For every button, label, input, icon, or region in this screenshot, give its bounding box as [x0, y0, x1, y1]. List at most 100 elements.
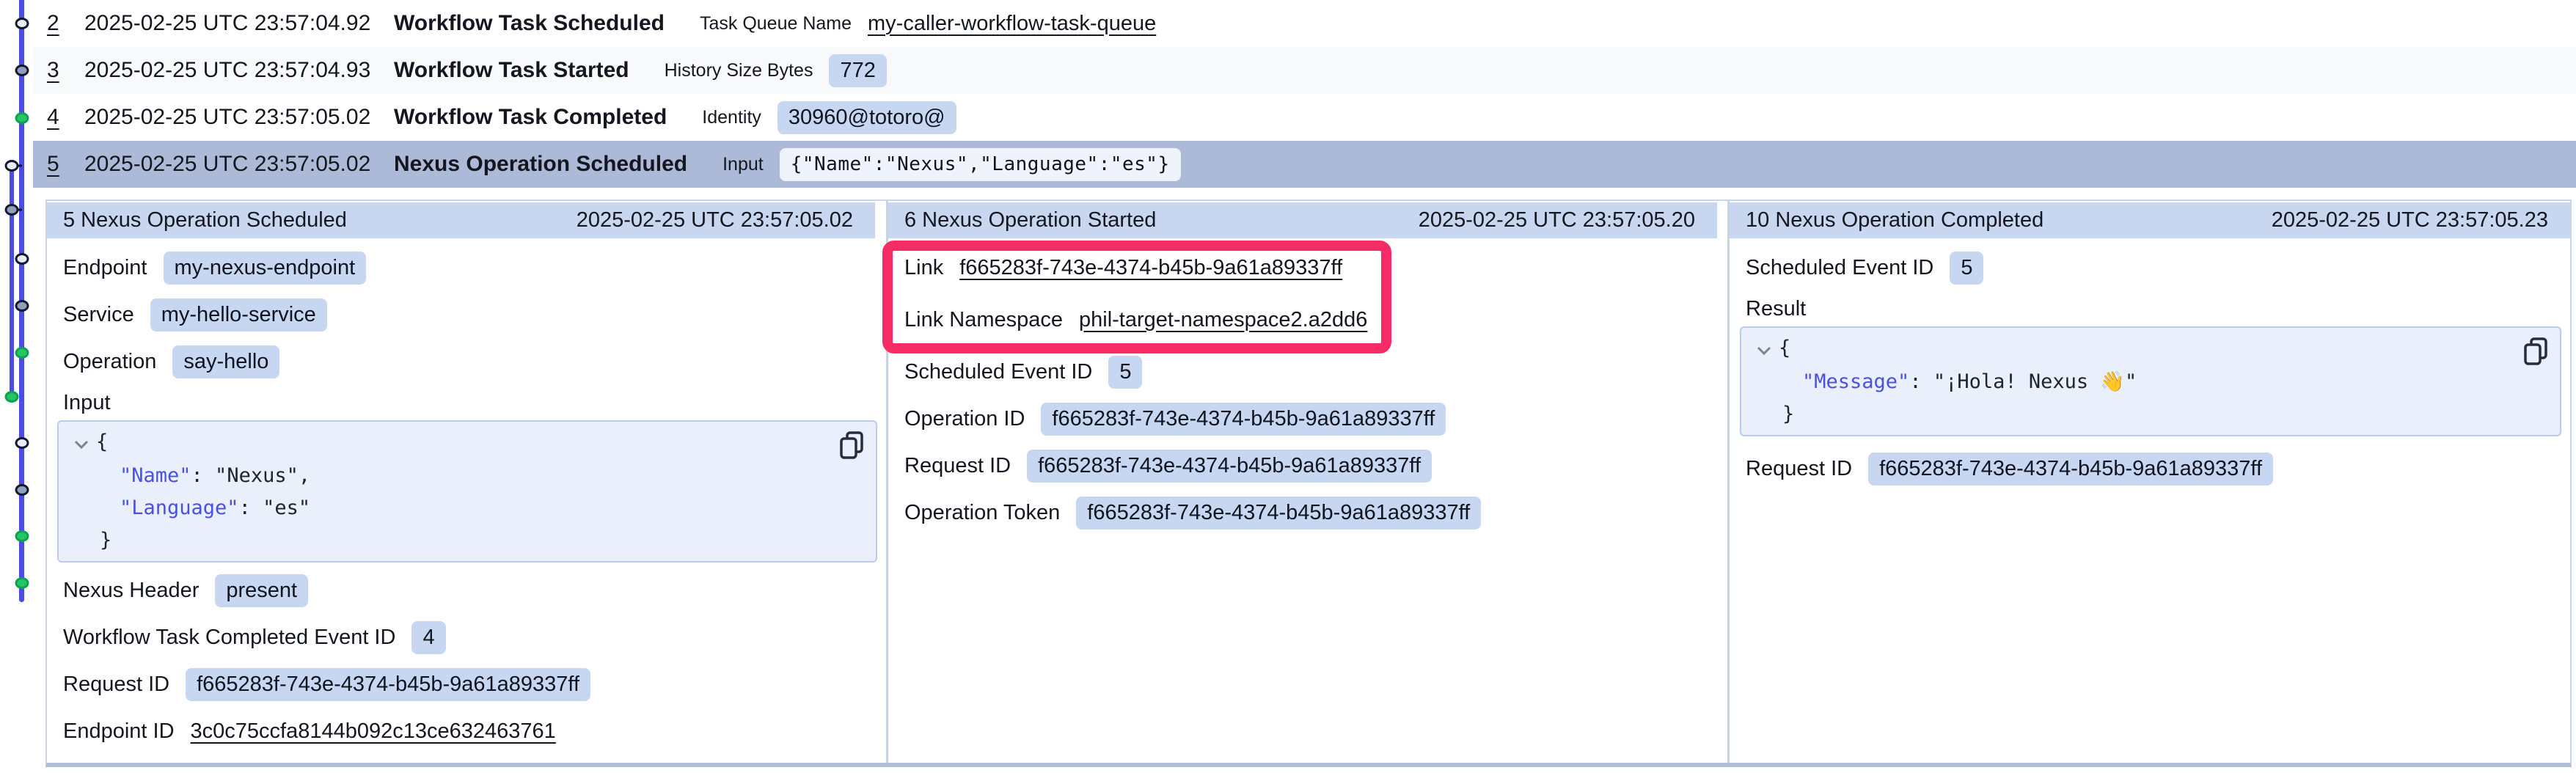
task-queue-link[interactable]: my-caller-workflow-task-queue [868, 12, 1156, 36]
input-preview-badge: {"Name":"Nexus","Language":"es"} [780, 148, 1181, 181]
annotation-highlight-box [882, 241, 1391, 353]
panel-header: 6 Nexus Operation Started 2025-02-25 UTC… [888, 202, 1717, 238]
field-request-id: Request ID f665283f-743e-4374-b45b-9a61a… [1746, 445, 2551, 492]
field-label: Request ID [63, 673, 169, 697]
field-operation-token: Operation Token f665283f-743e-4374-b45b-… [904, 489, 1708, 536]
copy-icon[interactable] [839, 431, 864, 470]
timeline-event-dot-completed [15, 530, 29, 542]
field-request-id: Request ID f665283f-743e-4374-b45b-9a61a… [904, 442, 1708, 489]
field-label: Result [1746, 297, 1806, 321]
event-timestamp: 2025-02-25 UTC 23:57:04.92 [84, 11, 394, 36]
event-row-4[interactable]: 4 2025-02-25 UTC 23:57:05.02 Workflow Ta… [33, 94, 2576, 141]
field-label: Endpoint ID [63, 719, 175, 744]
panel-header: 10 Nexus Operation Completed 2025-02-25 … [1730, 202, 2570, 238]
field-label: Request ID [1746, 457, 1852, 481]
timeline-event-dot-completed [15, 347, 29, 359]
json-line: "Message": "¡Hola! Nexus 👋" [1756, 366, 2545, 398]
json-close-brace: } [100, 529, 111, 552]
field-label: Operation [63, 350, 156, 374]
event-detail-label: Identity [702, 107, 761, 128]
timeline-event-dot-scheduled [15, 18, 29, 29]
service-badge: my-hello-service [150, 298, 327, 331]
event-row-5-selected[interactable]: 5 2025-02-25 UTC 23:57:05.02 Nexus Opera… [33, 141, 2576, 188]
event-id-link[interactable]: 3 [47, 58, 84, 83]
copy-icon[interactable] [2523, 337, 2548, 376]
field-label: Scheduled Event ID [904, 360, 1092, 384]
event-id-link[interactable]: 5 [47, 152, 84, 177]
timeline-event-dot-scheduled [15, 253, 29, 265]
request-id-badge: f665283f-743e-4374-b45b-9a61a89337ff [1027, 450, 1432, 483]
panel-timestamp: 2025-02-25 UTC 23:57:05.20 [1419, 208, 1695, 232]
field-result: Result [1746, 291, 2551, 326]
input-json-viewer: { "Name": "Nexus", "Language": "es" } [57, 420, 877, 563]
field-endpoint-id: Endpoint ID 3c0c75ccfa8144b092c13ce63246… [63, 708, 867, 755]
panel-nexus-operation-completed: 10 Nexus Operation Completed 2025-02-25 … [1727, 201, 2570, 763]
event-row-2[interactable]: 2 2025-02-25 UTC 23:57:04.92 Workflow Ta… [33, 0, 2576, 47]
field-label: Operation Token [904, 501, 1060, 525]
field-service: Service my-hello-service [63, 291, 867, 338]
field-request-id: Request ID f665283f-743e-4374-b45b-9a61a… [63, 661, 867, 708]
json-value: : "es" [239, 497, 311, 519]
operation-badge: say-hello [172, 345, 279, 378]
json-line: { [73, 426, 861, 460]
panel-timestamp: 2025-02-25 UTC 23:57:05.23 [2272, 208, 2548, 232]
request-id-badge: f665283f-743e-4374-b45b-9a61a89337ff [186, 668, 590, 701]
endpoint-id-link[interactable]: 3c0c75ccfa8144b092c13ce632463761 [191, 719, 556, 744]
request-id-badge: f665283f-743e-4374-b45b-9a61a89337ff [1868, 453, 2273, 486]
timeline-event-dot-completed [15, 112, 29, 124]
field-label: Input [63, 391, 111, 415]
field-label: Request ID [904, 454, 1011, 478]
timeline-event-dot-started [15, 484, 29, 496]
field-operation: Operation say-hello [63, 338, 867, 385]
field-label: Nexus Header [63, 579, 199, 603]
json-line: } [1756, 398, 2545, 431]
field-wtc-event-id: Workflow Task Completed Event ID 4 [63, 614, 867, 661]
event-timestamp: 2025-02-25 UTC 23:57:05.02 [84, 152, 394, 177]
wtc-event-id-badge: 4 [411, 621, 445, 654]
nexus-header-badge: present [215, 574, 308, 607]
chevron-down-icon[interactable] [73, 428, 89, 460]
field-input: Input [63, 385, 867, 420]
json-line: { [1756, 332, 2545, 366]
panel-timestamp: 2025-02-25 UTC 23:57:05.02 [577, 208, 853, 232]
json-open-brace: { [1779, 337, 1790, 359]
event-row-3[interactable]: 3 2025-02-25 UTC 23:57:04.93 Workflow Ta… [33, 47, 2576, 94]
chevron-down-icon[interactable] [1756, 334, 1772, 366]
panel-title: 6 Nexus Operation Started [904, 208, 1156, 232]
event-id-link[interactable]: 4 [47, 105, 84, 130]
scheduled-event-id-badge: 5 [1108, 356, 1142, 389]
field-scheduled-event-id: Scheduled Event ID 5 [1746, 244, 2551, 291]
field-label: Service [63, 303, 134, 327]
event-id-link[interactable]: 2 [47, 11, 84, 36]
field-label: Endpoint [63, 256, 147, 280]
field-operation-id: Operation ID f665283f-743e-4374-b45b-9a6… [904, 395, 1708, 442]
event-detail-label: Task Queue Name [700, 13, 852, 34]
json-key: "Message" [1802, 370, 1909, 393]
event-detail-label: History Size Bytes [665, 60, 813, 81]
json-line: "Language": "es" [73, 492, 861, 524]
timeline-event-dot-started [15, 300, 29, 312]
timeline-event-dot-completed [15, 577, 29, 589]
timeline-event-dot-started [5, 204, 19, 216]
identity-badge: 30960@totoro@ [777, 101, 956, 134]
endpoint-badge: my-nexus-endpoint [164, 252, 367, 285]
event-name: Workflow Task Started [394, 58, 629, 83]
event-name: Nexus Operation Scheduled [394, 152, 687, 177]
json-key: "Language" [120, 497, 239, 519]
field-label: Scheduled Event ID [1746, 256, 1933, 280]
event-timestamp: 2025-02-25 UTC 23:57:05.02 [84, 105, 394, 130]
history-size-badge: 772 [829, 54, 886, 87]
json-key: "Name" [120, 464, 191, 487]
timeline-event-dot-completed [5, 391, 19, 403]
result-json-viewer: { "Message": "¡Hola! Nexus 👋" } [1740, 326, 2561, 436]
timeline-event-dot-started [15, 65, 29, 76]
timeline-event-dot-scheduled [15, 437, 29, 449]
panel-title: 10 Nexus Operation Completed [1746, 208, 2043, 232]
event-detail-label: Input [722, 154, 764, 175]
field-label: Workflow Task Completed Event ID [63, 626, 395, 650]
json-close-brace: } [1782, 403, 1794, 425]
operation-token-badge: f665283f-743e-4374-b45b-9a61a89337ff [1076, 497, 1481, 530]
json-value: : "¡Hola! Nexus 👋" [1909, 370, 2137, 393]
event-history-table: 2 2025-02-25 UTC 23:57:04.92 Workflow Ta… [33, 0, 2576, 188]
panel-nexus-operation-scheduled: 5 Nexus Operation Scheduled 2025-02-25 U… [47, 201, 886, 763]
